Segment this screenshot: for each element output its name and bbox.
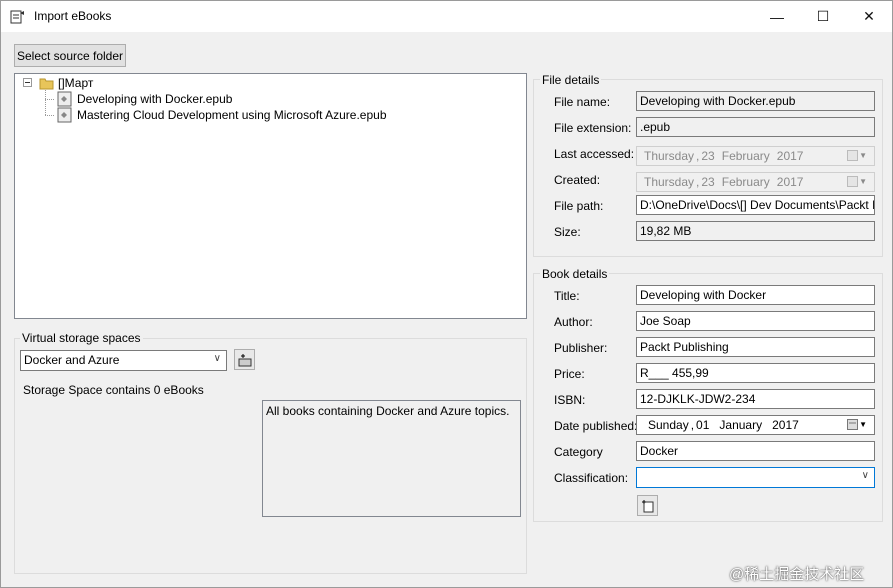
- import-ebooks-window: Import eBooks — ☐ ✕ Select source folder…: [0, 0, 893, 588]
- category-label: Category: [554, 445, 603, 459]
- app-icon: [10, 10, 24, 24]
- storage-description[interactable]: All books containing Docker and Azure to…: [262, 400, 521, 517]
- book-details-group-label: Book details: [540, 267, 610, 281]
- file-path-field[interactable]: D:\OneDrive\Docs\[] Dev Documents\Packt …: [636, 195, 875, 215]
- title-field[interactable]: Developing with Docker: [636, 285, 875, 305]
- add-document-icon: [641, 499, 653, 512]
- author-label: Author:: [554, 315, 593, 329]
- tree-item[interactable]: Mastering Cloud Development using Micros…: [57, 107, 387, 123]
- price-field[interactable]: R___ 455,99: [636, 363, 875, 383]
- calendar-icon: ▼: [847, 150, 869, 161]
- select-source-folder-button[interactable]: Select source folder: [14, 44, 126, 67]
- last-accessed-label: Last accessed:: [554, 147, 635, 161]
- size-field[interactable]: 19,82 MB: [636, 221, 875, 241]
- folder-icon: [39, 78, 54, 90]
- tree-item-label: Mastering Cloud Development using Micros…: [77, 108, 387, 122]
- chevron-down-icon: ∨: [213, 353, 221, 364]
- title-label: Title:: [554, 289, 580, 303]
- calendar-icon[interactable]: ▼: [847, 419, 869, 430]
- file-path-label: File path:: [554, 199, 604, 213]
- price-label: Price:: [554, 367, 585, 381]
- date-published-picker[interactable]: Sunday, 01 January 2017 ▼: [636, 415, 875, 435]
- window-title: Import eBooks: [34, 9, 112, 23]
- add-book-button[interactable]: [637, 495, 658, 516]
- file-extension-label: File extension:: [554, 121, 632, 135]
- author-field[interactable]: Joe Soap: [636, 311, 875, 331]
- tree-root-label: []Март: [58, 76, 94, 90]
- storage-status: Storage Space contains 0 eBooks: [23, 383, 204, 397]
- tree-item[interactable]: Developing with Docker.epub: [57, 91, 232, 107]
- epub-file-icon: [57, 91, 72, 107]
- classification-select[interactable]: ∨: [636, 467, 875, 488]
- date-published-label: Date published:: [554, 419, 638, 433]
- publisher-label: Publisher:: [554, 341, 608, 355]
- created-date: Thursday, 23 February 2017 ▼: [636, 172, 875, 192]
- watermark: @稀土掘金技术社区: [729, 566, 865, 583]
- tree-root[interactable]: []Март: [39, 75, 93, 91]
- add-storage-space-button[interactable]: [234, 349, 255, 370]
- file-tree[interactable]: []Март Developing with Docker.epub Maste…: [14, 73, 527, 319]
- tree-item-label: Developing with Docker.epub: [77, 92, 233, 106]
- file-details-group-label: File details: [540, 73, 602, 87]
- storage-space-select[interactable]: Docker and Azure ∨: [20, 350, 227, 371]
- storage-space-value: Docker and Azure: [24, 353, 120, 367]
- publisher-field[interactable]: Packt Publishing: [636, 337, 875, 357]
- last-accessed-date: Thursday, 23 February 2017 ▼: [636, 146, 875, 166]
- epub-file-icon: [57, 107, 72, 123]
- add-storage-icon: [238, 353, 251, 366]
- virtual-storage-group-label: Virtual storage spaces: [20, 331, 143, 345]
- isbn-field[interactable]: 12-DJKLK-JDW2-234: [636, 389, 875, 409]
- file-extension-field[interactable]: .epub: [636, 117, 875, 137]
- file-name-label: File name:: [554, 95, 611, 109]
- category-field[interactable]: Docker: [636, 441, 875, 461]
- file-name-field[interactable]: Developing with Docker.epub: [636, 91, 875, 111]
- maximize-button[interactable]: ☐: [800, 1, 846, 32]
- classification-label: Classification:: [554, 471, 629, 485]
- created-label: Created:: [554, 173, 601, 187]
- chevron-down-icon: ∨: [861, 470, 869, 481]
- calendar-icon: ▼: [847, 176, 869, 187]
- minimize-button[interactable]: —: [754, 1, 800, 32]
- size-label: Size:: [554, 225, 581, 239]
- isbn-label: ISBN:: [554, 393, 586, 407]
- title-bar: Import eBooks — ☐ ✕: [1, 1, 892, 32]
- close-button[interactable]: ✕: [846, 1, 892, 32]
